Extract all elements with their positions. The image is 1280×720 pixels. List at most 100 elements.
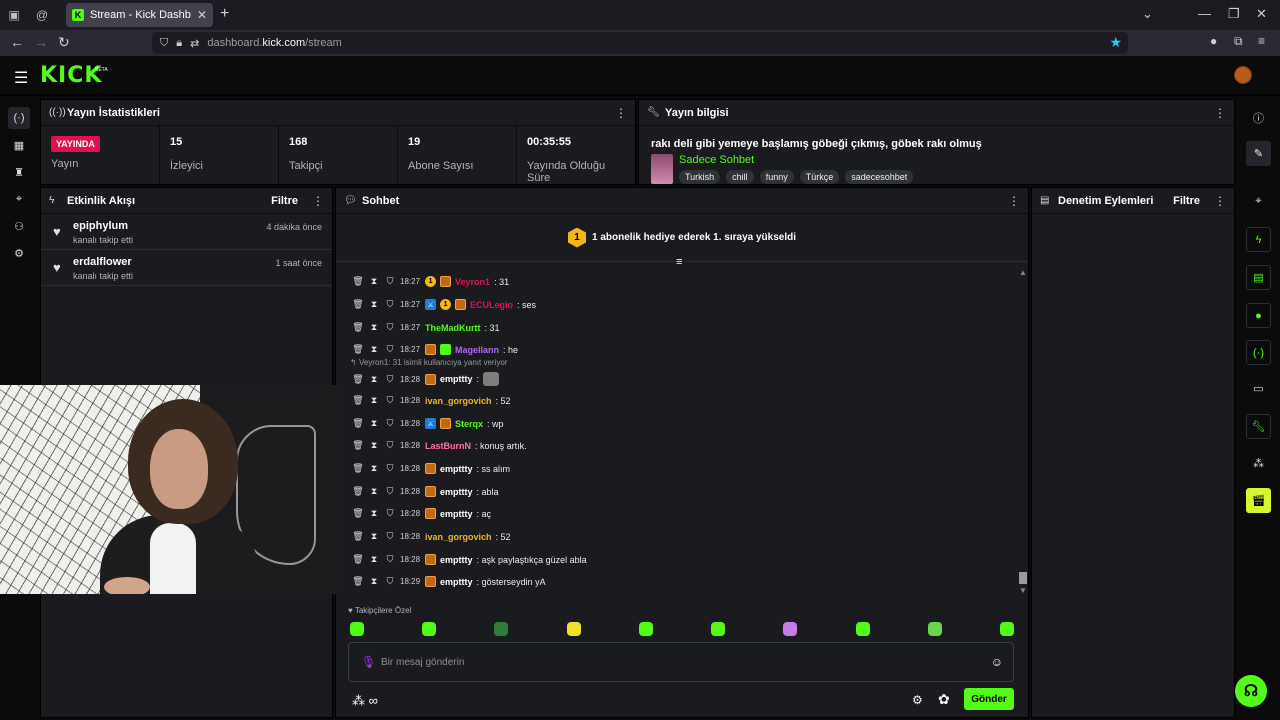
- ban-icon[interactable]: ⛉: [384, 508, 396, 519]
- timeout-icon[interactable]: ⧗: [368, 576, 380, 587]
- message-user[interactable]: ivan_gorgovich: [425, 396, 492, 406]
- more-options-icon[interactable]: ⋮: [1214, 106, 1226, 120]
- new-tab-icon[interactable]: +: [220, 5, 229, 23]
- ban-icon[interactable]: ⛉: [384, 418, 396, 429]
- emote-button[interactable]: [638, 622, 653, 636]
- microphone-icon[interactable]: 🎙︎: [361, 655, 376, 669]
- activity-user[interactable]: epiphylum: [73, 220, 128, 232]
- timeout-icon[interactable]: ⧗: [368, 554, 380, 565]
- timeout-icon[interactable]: ⧗: [368, 486, 380, 497]
- info-icon[interactable]: ●: [1210, 34, 1217, 48]
- timeout-icon[interactable]: ⧗: [368, 395, 380, 406]
- browser-tab-active[interactable]: K Stream - Kick Dashboard ✕: [66, 3, 213, 27]
- tag[interactable]: funny: [759, 170, 794, 184]
- emote-button[interactable]: [855, 622, 870, 636]
- timeout-icon[interactable]: ⧗: [368, 322, 380, 333]
- reload-icon[interactable]: ↻: [58, 34, 70, 51]
- message-user[interactable]: empttty: [440, 577, 473, 587]
- ban-icon[interactable]: ⛉: [384, 531, 396, 542]
- analytics-icon[interactable]: ▦: [8, 134, 30, 156]
- delete-icon[interactable]: 🗑︎: [352, 276, 364, 287]
- emote-menu-icon[interactable]: ✿: [938, 691, 950, 708]
- layout-icon[interactable]: ▭: [1246, 376, 1271, 401]
- more-options-icon[interactable]: ⋮: [1214, 194, 1226, 208]
- ban-icon[interactable]: ⛉: [384, 344, 396, 355]
- filter-button[interactable]: Filtre: [271, 195, 298, 207]
- trophy-icon[interactable]: ♜: [8, 161, 30, 183]
- message-user[interactable]: empttty: [440, 464, 473, 474]
- ban-icon[interactable]: ⛉: [384, 374, 396, 385]
- users-icon[interactable]: ⚇: [8, 215, 30, 237]
- delete-icon[interactable]: 🗑︎: [352, 576, 364, 587]
- message-user[interactable]: ECULegio: [470, 300, 513, 310]
- scroll-up-icon[interactable]: ▲: [1019, 268, 1027, 277]
- more-options-icon[interactable]: ⋮: [1008, 194, 1020, 208]
- message-user[interactable]: LastBurnN: [425, 441, 471, 451]
- chevron-down-icon[interactable]: ⌄: [1142, 6, 1153, 22]
- chat-message-input[interactable]: [381, 653, 961, 671]
- settings-gear-icon[interactable]: ⚙: [8, 242, 30, 264]
- share-icon[interactable]: ⁂: [1246, 451, 1271, 476]
- message-user[interactable]: Magellann: [455, 345, 499, 355]
- message-user[interactable]: empttty: [440, 374, 473, 384]
- ban-icon[interactable]: ⛉: [384, 299, 396, 310]
- close-window-icon[interactable]: ✕: [1256, 6, 1267, 22]
- emote-button[interactable]: [566, 622, 581, 636]
- message-user[interactable]: empttty: [440, 487, 473, 497]
- kick-logo[interactable]: KICK: [40, 63, 102, 88]
- timeout-icon[interactable]: ⧗: [368, 418, 380, 429]
- delete-icon[interactable]: 🗑︎: [352, 374, 364, 385]
- document-icon[interactable]: ▤: [1246, 265, 1271, 290]
- chat-points-infinity-icon[interactable]: ⁂ ∞: [352, 693, 378, 709]
- more-options-icon[interactable]: ⋮: [312, 194, 324, 208]
- ban-icon[interactable]: ⛉: [384, 322, 396, 333]
- tag[interactable]: Turkish: [679, 170, 721, 184]
- tab-overview-icon[interactable]: ▣: [0, 0, 28, 30]
- camera-focus-icon[interactable]: ⌖: [8, 188, 30, 210]
- url-bar[interactable]: ⛉ 🔒︎ ⇄ dashboard.kick.com/stream ★: [152, 32, 1128, 54]
- emote-button[interactable]: [999, 622, 1014, 636]
- message-user[interactable]: Veyron1: [455, 277, 490, 287]
- delete-icon[interactable]: 🗑︎: [352, 418, 364, 429]
- delete-icon[interactable]: 🗑︎: [352, 299, 364, 310]
- timeout-icon[interactable]: ⧗: [368, 374, 380, 385]
- emote-button[interactable]: [711, 622, 726, 636]
- delete-icon[interactable]: 🗑︎: [352, 486, 364, 497]
- emoji-picker-icon[interactable]: ☺: [991, 655, 1003, 669]
- close-tab-icon[interactable]: ✕: [197, 8, 207, 22]
- restore-icon[interactable]: ❐: [1228, 6, 1240, 22]
- timeout-icon[interactable]: ⧗: [368, 299, 380, 310]
- timeout-icon[interactable]: ⧗: [368, 508, 380, 519]
- extensions-icon[interactable]: ⧉: [1234, 34, 1243, 49]
- stream-category[interactable]: Sadece Sohbet: [679, 154, 913, 166]
- clapperboard-icon[interactable]: 🎬︎: [1246, 488, 1271, 513]
- ban-icon[interactable]: ⛉: [384, 554, 396, 565]
- tag[interactable]: sadecesohbet: [845, 170, 914, 184]
- pencil-edit-icon[interactable]: ✎: [1246, 141, 1271, 166]
- bookmark-star-icon[interactable]: ★: [1109, 34, 1122, 51]
- help-headset-icon[interactable]: ☊: [1235, 675, 1267, 707]
- activity-user[interactable]: erdalflower: [73, 256, 132, 268]
- ban-icon[interactable]: ⛉: [384, 576, 396, 587]
- ban-icon[interactable]: ⛉: [384, 395, 396, 406]
- ban-icon[interactable]: ⛉: [384, 276, 396, 287]
- emote-button[interactable]: [494, 622, 509, 636]
- emote-button[interactable]: [783, 622, 798, 636]
- camera-focus-icon[interactable]: ⌖: [1246, 189, 1271, 214]
- scroll-thumb[interactable]: [1019, 572, 1027, 584]
- lightning-icon[interactable]: ϟ: [1246, 227, 1271, 252]
- message-user[interactable]: empttty: [440, 555, 473, 565]
- ban-icon[interactable]: ⛉: [384, 463, 396, 474]
- tag[interactable]: Türkçe: [799, 170, 840, 184]
- shield-icon[interactable]: ⛉: [160, 37, 168, 50]
- message-user[interactable]: TheMadKurtt: [425, 323, 481, 333]
- chat-scrollbar[interactable]: ▲ ▼: [1019, 264, 1027, 595]
- emote-button[interactable]: [422, 622, 437, 636]
- delete-icon[interactable]: 🗑︎: [352, 322, 364, 333]
- delete-icon[interactable]: 🗑︎: [352, 508, 364, 519]
- forward-arrow-icon[interactable]: →: [34, 34, 48, 50]
- timeout-icon[interactable]: ⧗: [368, 344, 380, 355]
- chat-settings-gear-icon[interactable]: ⚙: [912, 693, 923, 707]
- message-user[interactable]: Sterqx: [455, 419, 483, 429]
- info-icon[interactable]: ⓘ: [1246, 105, 1271, 130]
